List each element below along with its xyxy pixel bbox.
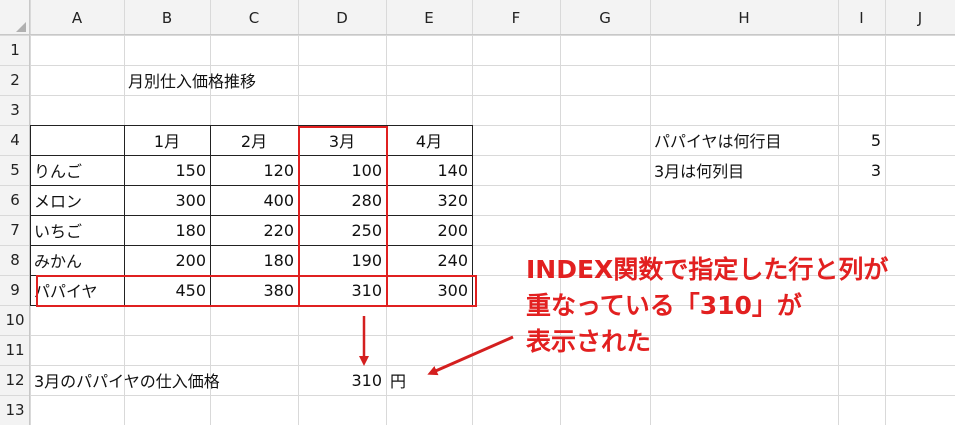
annotation-arrows (359, 316, 514, 376)
annotation-line: 表示された (526, 327, 652, 356)
spreadsheet: ABCDEFGHIJ 1 2 3 4 5 6 7 8 9 10 11 12 13 月別仕入価格推移 パパ… (0, 0, 955, 425)
annotation-line: 重なっている「310」が (526, 291, 802, 320)
annotation-line: INDEX関数で指定した行と列が (526, 255, 889, 284)
annotation-callout: INDEX関数で指定した行と列が 重なっている「310」が 表示された (526, 252, 888, 360)
callout-arrow-icon (427, 335, 514, 376)
